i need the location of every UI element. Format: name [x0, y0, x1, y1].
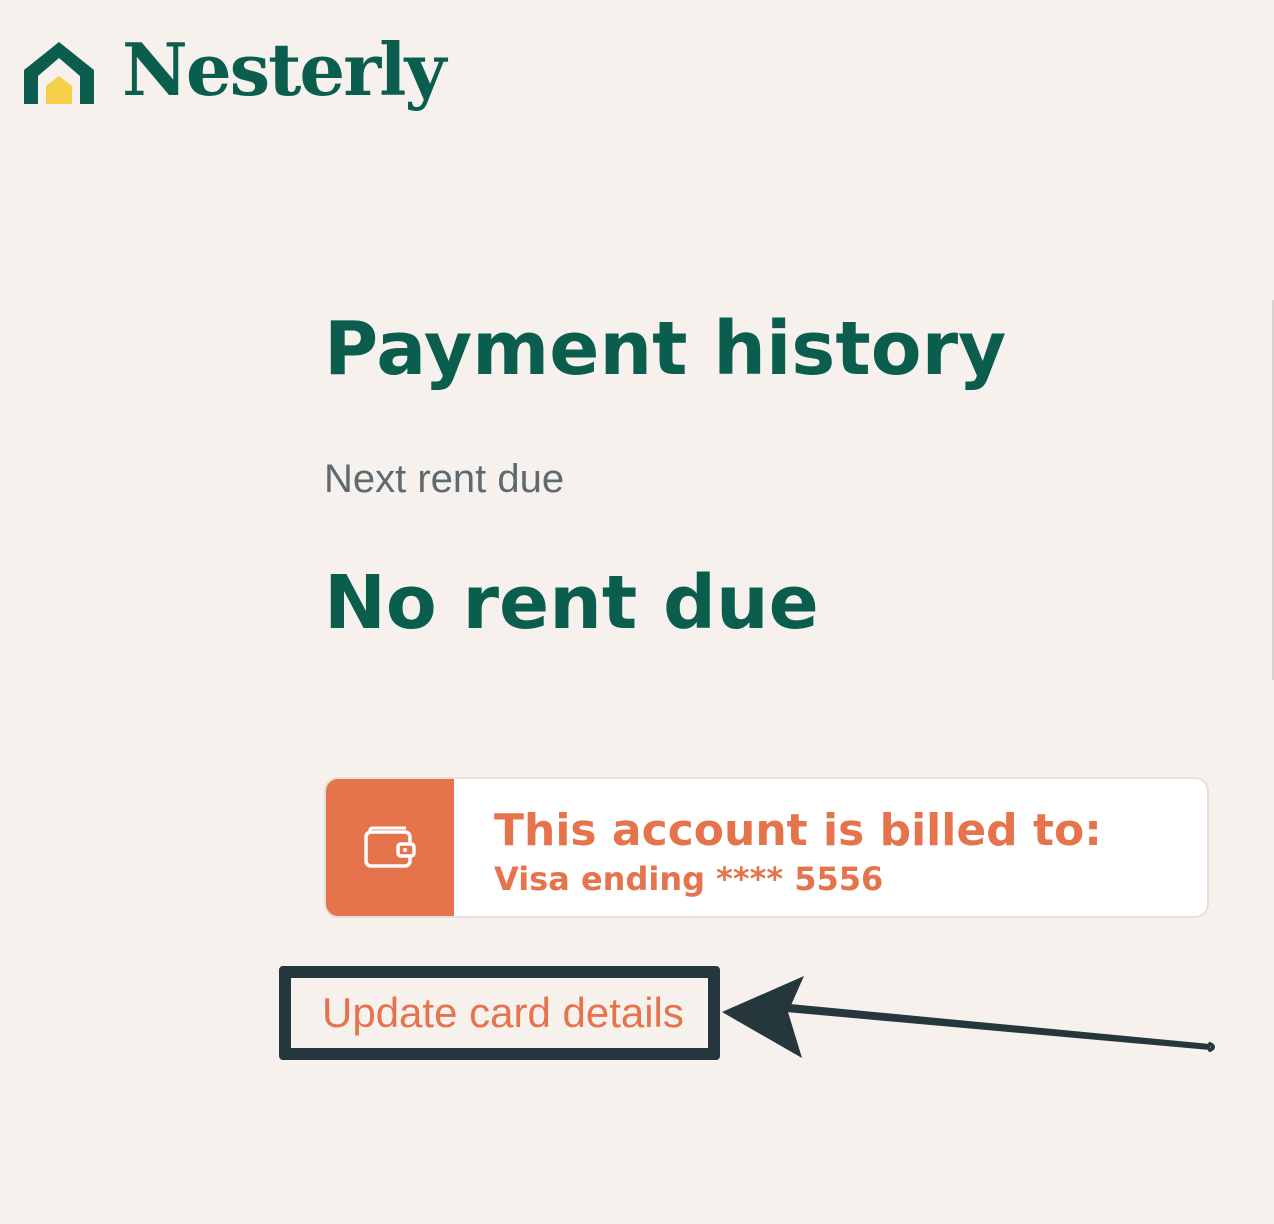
billing-info-card: This account is billed to: Visa ending *… — [324, 777, 1209, 918]
billing-icon-box — [326, 779, 454, 916]
update-card-details-link[interactable]: Update card details — [322, 988, 684, 1038]
rent-status-value: No rent due — [324, 560, 819, 646]
annotation-arrow-icon — [722, 976, 1215, 1058]
house-icon — [24, 42, 94, 104]
wallet-icon — [364, 826, 416, 868]
brand-name: Nesterly — [122, 27, 446, 112]
next-rent-label: Next rent due — [324, 457, 565, 501]
billing-heading: This account is billed to: — [494, 805, 1102, 856]
billing-text: This account is billed to: Visa ending *… — [454, 779, 1102, 916]
billing-card-number: Visa ending **** 5556 — [494, 860, 884, 898]
brand-logo[interactable]: Nesterly — [22, 27, 446, 124]
page-title: Payment history — [324, 306, 1007, 392]
